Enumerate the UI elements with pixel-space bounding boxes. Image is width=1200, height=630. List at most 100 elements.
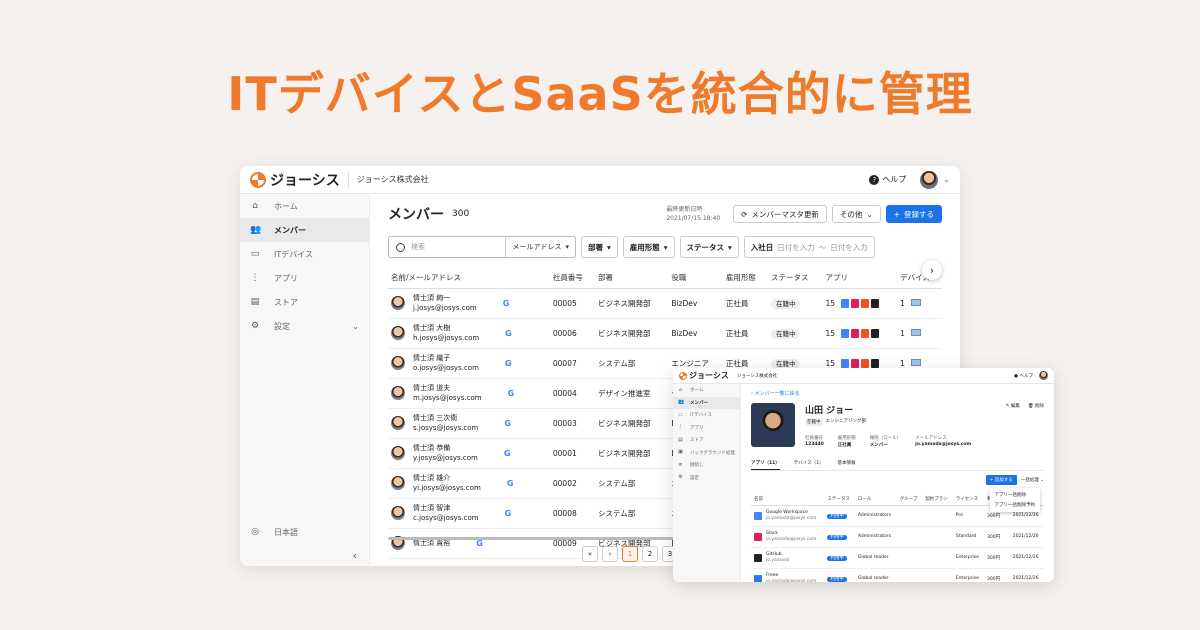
cell-id: 00002 (549, 468, 595, 499)
detail-sidebar-item-1[interactable]: 👥 メンバー (673, 396, 740, 409)
scroll-filters-right-icon[interactable]: › (922, 260, 942, 280)
sidebar-item-5[interactable]: ⚙ 設定 ⌄ (240, 314, 369, 338)
first-page-button[interactable]: « (582, 546, 598, 562)
edit-button[interactable]: ✎ 編集 (1006, 403, 1020, 448)
app-icons: 15 (825, 328, 894, 338)
status-badge: 在籍中 (770, 329, 801, 339)
member-cell[interactable]: 情士須 道夫 m.josys@josys.com G (388, 378, 550, 409)
user-menu[interactable]: ⌄ (920, 170, 950, 189)
column-header[interactable]: ロール (854, 493, 897, 506)
column-header[interactable]: 名前/メールアドレス (388, 268, 550, 289)
cell-group (896, 526, 923, 548)
detail-sidebar-item-2[interactable]: ▭ ITデバイス (673, 409, 740, 422)
column-header[interactable]: ライセンス (952, 493, 984, 506)
detail-help-button[interactable]: ● ヘルプ (1014, 373, 1033, 379)
member-email: m.josys@josys.com (413, 394, 482, 402)
detail-avatar[interactable] (1039, 371, 1048, 380)
sidebar-item-1[interactable]: 👥 メンバー (240, 218, 369, 242)
filter-2[interactable]: ステータス ▾ (679, 236, 739, 258)
member-cell[interactable]: 情士須 織子 o.josys@josys.com G (388, 348, 550, 379)
member-cell[interactable]: 情士須 貴裕 G (388, 528, 550, 559)
other-menu-button[interactable]: その他 ⌄ (831, 205, 881, 223)
detail-sidebar-item-7[interactable]: ⚙ 設定 (673, 472, 740, 485)
tab-0[interactable]: アプリ（11） (751, 458, 780, 470)
collapse-sidebar-icon[interactable]: ‹ (353, 549, 357, 562)
language-switch[interactable]: ◎ 日本語 (240, 520, 370, 544)
member-email: c.josys@josys.com (413, 514, 479, 522)
join-date-from[interactable]: 日付を入力 (777, 242, 815, 253)
member-cell[interactable]: 情士須 雄介 yi.josys@josys.com G (388, 468, 550, 499)
column-header[interactable]: 社員番号 (549, 268, 595, 289)
google-icon: G (504, 508, 512, 518)
help-button[interactable]: ? ヘルプ (869, 174, 906, 185)
refresh-master-button[interactable]: ⟳ メンバーマスタ更新 (733, 205, 827, 223)
detail-sidebar-item-0[interactable]: ⌂ ホーム (673, 384, 740, 397)
column-header[interactable]: グループ (896, 493, 923, 506)
column-header[interactable]: 雇用形態 (722, 268, 768, 289)
app-icon (851, 298, 860, 308)
logo[interactable]: ジョーシス (250, 170, 340, 190)
column-header[interactable]: 部署 (595, 268, 669, 289)
join-date-to[interactable]: 日付を入力 (830, 242, 868, 253)
column-header[interactable]: 名前 (751, 493, 825, 506)
app-account: jo.yamada (766, 557, 790, 563)
avatar (391, 416, 405, 430)
prev-page-button[interactable]: ‹ (602, 546, 618, 562)
add-app-button[interactable]: + 追加する (985, 475, 1017, 485)
horizontal-scrollbar[interactable] (388, 537, 718, 540)
search-field-select[interactable]: メールアドレス ▾ (505, 237, 575, 257)
table-row[interactable]: Slack jo.yamada@josys.com 利用中 Administrator… (751, 526, 1044, 548)
tab-2[interactable]: 基本情報 (838, 458, 856, 470)
member-photo (751, 403, 795, 447)
detail-sidebar-item-4[interactable]: ▤ ストア (673, 434, 740, 447)
table-row[interactable]: Freee jo.yamada@josys.com 利用中 Global reader… (751, 568, 1044, 582)
back-to-members-link[interactable]: ‹ メンバー一覧に戻る (751, 390, 1044, 397)
member-cell[interactable]: 情士須 智津 c.josys@josys.com G (388, 498, 550, 529)
app-cell[interactable]: Google Workspace jo.yamada@josys.com (751, 505, 825, 527)
member-cell[interactable]: 情士須 絢一 j.josys@josys.com G (388, 288, 550, 319)
app-cell[interactable]: Slack jo.yamada@josys.com (751, 526, 825, 548)
delete-button[interactable]: 🗑 削除 (1028, 403, 1044, 448)
page-2-button[interactable]: 2 (642, 546, 658, 562)
detail-logo[interactable]: ジョーシス (679, 370, 729, 381)
sidebar-item-2[interactable]: ▭ ITデバイス (240, 242, 369, 266)
detail-sidebar-item-3[interactable]: ⋮ アプリ (673, 422, 740, 435)
google-icon: G (507, 388, 515, 398)
bulk-action-button[interactable]: 一括処理 ⌄ (1021, 477, 1044, 483)
member-email: o.josys@josys.com (413, 364, 479, 372)
detail-sidebar-label: バックグラウンド処理 (690, 450, 735, 456)
detail-sidebar-item-6[interactable]: ≡ 接続し (673, 459, 740, 472)
sidebar-item-3[interactable]: ⋮ アプリ (240, 266, 369, 290)
table-row[interactable]: 情士須 大樹 h.josys@josys.com G 00006 ビジネス開発部 BizD… (388, 318, 942, 349)
sidebar-item-4[interactable]: ▤ ストア (240, 290, 369, 314)
filter-0[interactable]: 部署 ▾ (581, 236, 618, 258)
member-cell[interactable]: 情士須 三次衛 s.josys@josys.com G (388, 408, 550, 439)
sidebar-item-0[interactable]: ⌂ ホーム (240, 194, 369, 218)
table-row[interactable]: 情士須 絢一 j.josys@josys.com G 00005 ビジネス開発部 BizD… (388, 288, 942, 319)
menu-item[interactable]: アプリ一括削除予約 (990, 500, 1041, 510)
column-header[interactable]: アプリ (822, 268, 898, 289)
column-header[interactable]: 役職 (668, 268, 723, 289)
member-text: 情士須 道夫 m.josys@josys.com (413, 383, 482, 403)
menu-item[interactable]: アプリ一括削除 (990, 490, 1041, 500)
app-cell[interactable]: Freee jo.yamada@josys.com (751, 568, 825, 582)
page-1-button[interactable]: 1 (622, 546, 638, 562)
app-cell[interactable]: GitHub jo.yamada (751, 547, 825, 569)
member: 情士須 織子 o.josys@josys.com G (391, 353, 547, 373)
cell-contract (922, 568, 953, 582)
search-input[interactable]: 検索 メールアドレス ▾ (388, 236, 576, 258)
tab-1[interactable]: デバイス（1） (794, 458, 824, 470)
column-header[interactable]: ステータス (824, 493, 855, 506)
join-date-filter[interactable]: 入社日 日付を入力 〜 日付を入力 (743, 236, 875, 258)
detail-sidebar-item-5[interactable]: ▣ バックグラウンド処理 (673, 447, 740, 460)
filter-1[interactable]: 雇用形態 ▾ (622, 236, 675, 258)
column-header[interactable]: 契約プラン (922, 493, 953, 506)
member-cell[interactable]: 情士須 恭備 y.josys@josys.com G (388, 438, 550, 469)
member-cell[interactable]: 情士須 大樹 h.josys@josys.com G (388, 318, 550, 349)
column-header[interactable]: ステータス (767, 268, 823, 289)
member-text: 情士須 恭備 y.josys@josys.com (413, 443, 478, 463)
register-button[interactable]: + 登録する (885, 205, 942, 223)
search-field-label: メールアドレス (512, 243, 562, 251)
member-name: 情士須 三次衛 (413, 414, 458, 422)
table-row[interactable]: GitHub jo.yamada 利用中 Global reader Enterpris… (751, 547, 1044, 569)
